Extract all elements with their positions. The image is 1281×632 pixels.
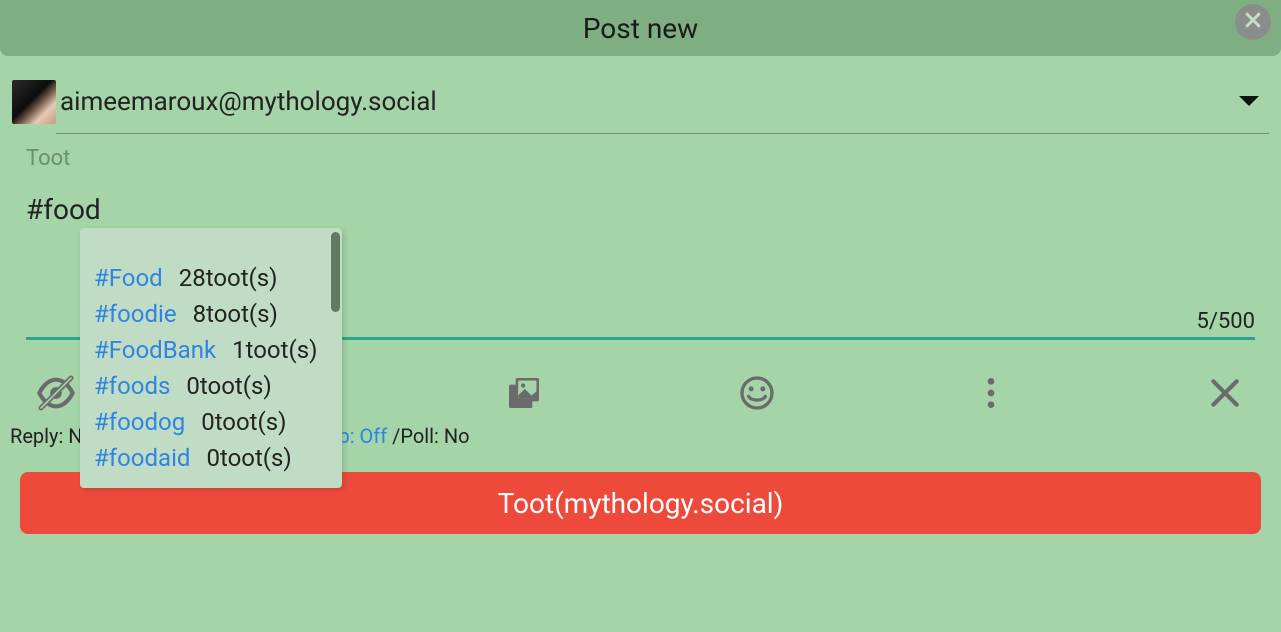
submit-toot-label: Toot(mythology.social) — [498, 487, 784, 520]
autocomplete-count: 0toot(s) — [201, 408, 286, 436]
autocomplete-tag: #foodog — [94, 408, 185, 436]
attach-media-button[interactable] — [494, 370, 554, 420]
autocomplete-count: 0toot(s) — [206, 444, 291, 472]
autocomplete-item[interactable]: #Food 28toot(s) — [94, 260, 328, 296]
emoji-button[interactable] — [727, 370, 787, 420]
autocomplete-count: 1toot(s) — [232, 336, 317, 364]
account-selector[interactable]: aimeemaroux@mythology.social — [12, 80, 1269, 134]
scrollbar-thumb[interactable] — [331, 232, 340, 312]
autocomplete-item[interactable]: #foods 0toot(s) — [94, 368, 328, 404]
chevron-down-icon — [1237, 93, 1261, 112]
avatar — [12, 80, 56, 124]
status-poll-label: /Poll: — [392, 424, 444, 448]
autocomplete-tag: #Food — [94, 264, 163, 292]
dialog-title: Post new — [583, 12, 698, 45]
autocomplete-item[interactable]: #foodaid 0toot(s) — [94, 440, 328, 476]
status-reply-label: Reply: — [10, 424, 68, 448]
autocomplete-count: 0toot(s) — [186, 372, 271, 400]
divider — [56, 133, 1269, 134]
clear-button[interactable] — [1195, 370, 1255, 420]
hashtag-autocomplete: #Food 28toot(s) #foodie 8toot(s) #FoodBa… — [80, 228, 342, 488]
more-options-button[interactable] — [961, 370, 1021, 420]
autocomplete-count: 28toot(s) — [179, 264, 278, 292]
close-icon — [1205, 373, 1245, 417]
autocomplete-item[interactable]: #foodie 8toot(s) — [94, 296, 328, 332]
image-icon — [504, 373, 544, 417]
account-handle: aimeemaroux@mythology.social — [60, 87, 1235, 117]
autocomplete-count: 8toot(s) — [193, 300, 278, 328]
autocomplete-item[interactable]: #FoodBank 1toot(s) — [94, 332, 328, 368]
autocomplete-tag: #foodie — [94, 300, 177, 328]
autocomplete-tag: #foods — [94, 372, 170, 400]
autocomplete-tag: #FoodBank — [94, 336, 216, 364]
account-dropdown-toggle[interactable] — [1235, 92, 1263, 112]
autocomplete-item[interactable]: #foodog 0toot(s) — [94, 404, 328, 440]
char-counter: 5/500 — [1196, 309, 1255, 334]
visibility-button[interactable] — [26, 370, 86, 420]
compose-label: Toot — [26, 146, 1255, 171]
emoji-icon — [737, 373, 777, 417]
close-button[interactable] — [1235, 4, 1271, 40]
title-bar: Post new — [0, 0, 1281, 56]
eye-off-icon — [36, 373, 76, 417]
more-vert-icon — [971, 373, 1011, 417]
close-icon — [1243, 10, 1263, 34]
status-poll-value: No — [444, 424, 470, 448]
autocomplete-tag: #foodaid — [94, 444, 190, 472]
